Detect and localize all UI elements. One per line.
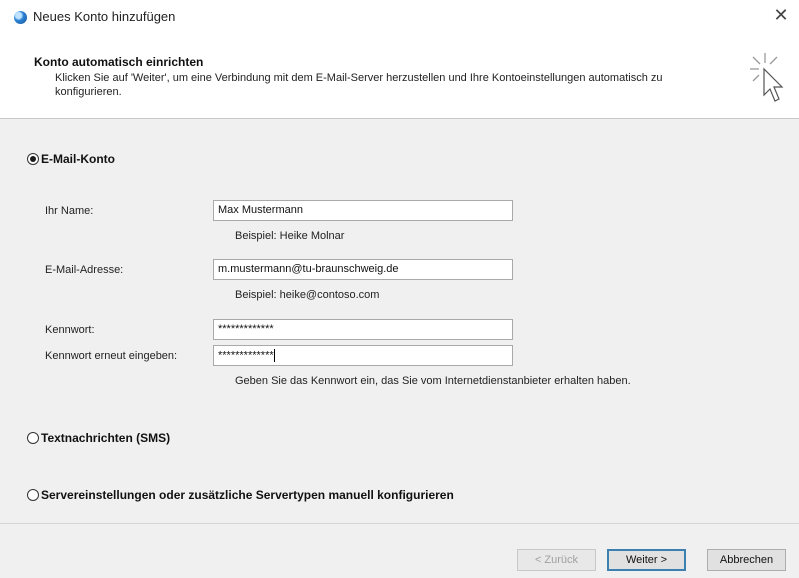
close-button[interactable]: ✕ [763, 0, 799, 34]
manual-config-label[interactable]: Servereinstellungen oder zusätzliche Ser… [41, 488, 454, 502]
password-repeat-input[interactable]: ************* [213, 345, 513, 366]
name-hint: Beispiel: Heike Molnar [235, 230, 345, 242]
wizard-footer: < Zurück Weiter > Abbrechen [0, 523, 799, 578]
name-input[interactable]: Max Mustermann [213, 200, 513, 221]
wizard-content: E-Mail-Konto Ihr Name: Max Mustermann Be… [0, 119, 799, 523]
header-description: Klicken Sie auf 'Weiter', um eine Verbin… [55, 72, 663, 98]
outlook-globe-icon [14, 11, 27, 24]
next-button[interactable]: Weiter > [607, 549, 686, 571]
wizard-header: Konto automatisch einrichten Klicken Sie… [0, 34, 799, 119]
wizard-cursor-icon [750, 53, 784, 102]
password-label: Kennwort: [45, 324, 95, 336]
password-repeat-value: ************* [218, 349, 274, 362]
email-account-radio[interactable] [27, 153, 39, 165]
back-button[interactable]: < Zurück [517, 549, 596, 571]
manual-config-radio[interactable] [27, 489, 39, 501]
window-title: Neues Konto hinzufügen [33, 9, 176, 24]
email-hint: Beispiel: heike@contoso.com [235, 289, 380, 301]
email-label: E-Mail-Adresse: [45, 264, 124, 276]
password-input[interactable]: ************* [213, 319, 513, 340]
name-label: Ihr Name: [45, 205, 94, 217]
sms-radio[interactable] [27, 432, 39, 444]
add-account-dialog: Neues Konto hinzufügen ✕ Konto automatis… [0, 0, 799, 578]
email-account-label[interactable]: E-Mail-Konto [41, 152, 115, 166]
sms-label[interactable]: Textnachrichten (SMS) [41, 431, 170, 445]
password-repeat-label: Kennwort erneut eingeben: [45, 350, 178, 362]
title-bar: Neues Konto hinzufügen ✕ [0, 0, 799, 34]
email-input[interactable]: m.mustermann@tu-braunschweig.de [213, 259, 513, 280]
text-caret [273, 349, 275, 362]
header-title: Konto automatisch einrichten [34, 55, 204, 69]
password-hint: Geben Sie das Kennwort ein, das Sie vom … [235, 375, 631, 387]
cancel-button[interactable]: Abbrechen [707, 549, 786, 571]
